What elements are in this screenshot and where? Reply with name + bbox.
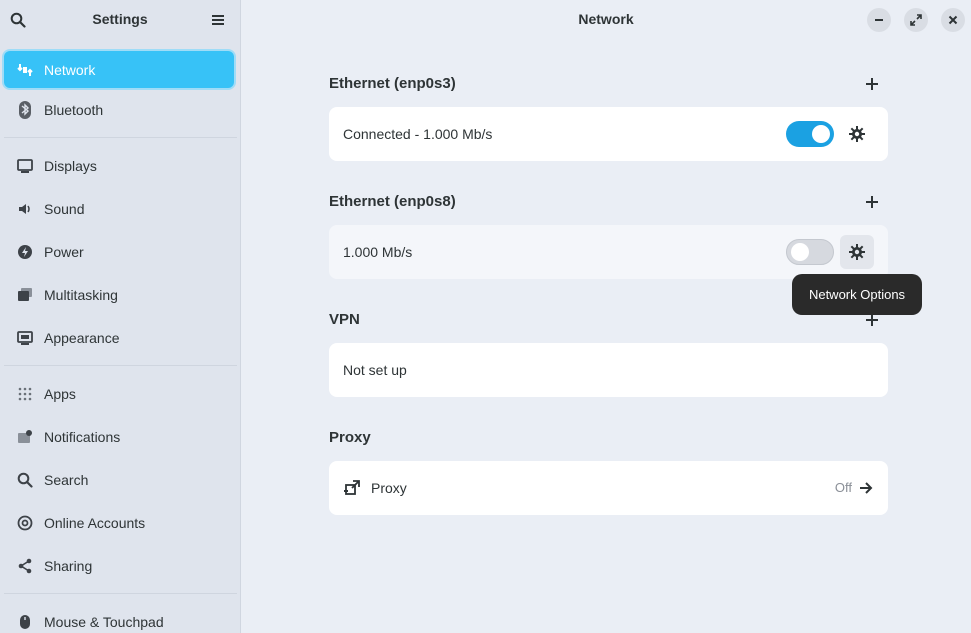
vpn-row: Not set up xyxy=(329,343,888,397)
section-heading: Proxy xyxy=(329,429,371,446)
toggle-knob xyxy=(812,125,830,143)
sidebar-list: Network Bluetooth Displays Sound Power M… xyxy=(0,48,240,633)
sidebar-item-notifications[interactable]: Notifications xyxy=(0,415,240,458)
tooltip: Network Options xyxy=(792,274,922,315)
mouse-icon xyxy=(16,613,34,631)
appearance-icon xyxy=(16,329,34,347)
speaker-icon xyxy=(16,200,34,218)
sidebar-item-label: Online Accounts xyxy=(44,514,146,531)
connection-status: Connected - 1.000 Mb/s xyxy=(343,126,493,142)
sidebar-item-label: Sound xyxy=(44,200,85,217)
arrow-right-icon xyxy=(856,478,876,498)
sidebar-title: Settings xyxy=(92,11,148,27)
sidebar-item-label: Appearance xyxy=(44,329,120,346)
plus-icon xyxy=(866,78,878,90)
add-connection-button[interactable] xyxy=(862,74,882,94)
proxy-icon xyxy=(343,479,361,497)
sidebar-item-label: Sharing xyxy=(44,557,93,574)
connection-toggle[interactable] xyxy=(786,121,834,147)
minimize-icon xyxy=(875,19,883,21)
sidebar-item-label: Mouse & Touchpad xyxy=(44,613,164,630)
toggle-knob xyxy=(791,243,809,261)
gear-icon xyxy=(849,126,865,142)
section-header: Ethernet (enp0s3) xyxy=(329,72,888,96)
network-icon xyxy=(16,61,34,79)
proxy-label: Proxy xyxy=(371,480,407,496)
plus-icon xyxy=(866,314,878,326)
apps-grid-icon xyxy=(16,385,34,403)
minimize-button[interactable] xyxy=(867,8,891,32)
connection-status: 1.000 Mb/s xyxy=(343,244,413,260)
settings-button[interactable] xyxy=(840,117,874,151)
sidebar-item-search[interactable]: Search xyxy=(0,458,240,501)
section-header: Proxy xyxy=(329,426,888,450)
sidebar-item-appearance[interactable]: Appearance xyxy=(0,316,240,359)
gear-icon xyxy=(849,244,865,260)
proxy-status: Off xyxy=(834,480,852,495)
maximize-button[interactable] xyxy=(904,8,928,32)
sidebar-item-label: Search xyxy=(44,471,89,488)
section-heading: Ethernet (enp0s8) xyxy=(329,193,456,210)
plus-icon xyxy=(866,196,878,208)
sidebar-item-label: Notifications xyxy=(44,428,121,445)
section-ethernet-enp0s8: Ethernet (enp0s8) 1.000 Mb/s xyxy=(329,190,888,279)
hamburger-menu-icon[interactable] xyxy=(206,8,230,32)
notifications-icon xyxy=(16,428,34,446)
display-icon xyxy=(16,157,34,175)
section-proxy: Proxy Proxy Off xyxy=(329,426,888,515)
connection-row: Connected - 1.000 Mb/s xyxy=(329,107,888,161)
sidebar: Settings Network Bluetooth Displays Soun… xyxy=(0,0,241,633)
sidebar-separator xyxy=(4,593,237,594)
section-header: Ethernet (enp0s8) xyxy=(329,190,888,214)
sidebar-item-displays[interactable]: Displays xyxy=(0,144,240,187)
connection-toggle[interactable] xyxy=(786,239,834,265)
sidebar-header: Settings xyxy=(0,0,240,40)
maximize-icon xyxy=(910,14,922,26)
at-sign-icon xyxy=(16,514,34,532)
section-heading: Ethernet (enp0s3) xyxy=(329,75,456,92)
sidebar-separator xyxy=(4,137,237,138)
sidebar-item-multitasking[interactable]: Multitasking xyxy=(0,273,240,316)
add-connection-button[interactable] xyxy=(862,192,882,212)
settings-button[interactable] xyxy=(840,235,874,269)
close-icon xyxy=(948,15,958,25)
header-bar: Network xyxy=(241,0,971,40)
settings-window: Settings Network Bluetooth Displays Soun… xyxy=(0,0,971,633)
section-heading: VPN xyxy=(329,311,360,328)
power-icon xyxy=(16,243,34,261)
sidebar-item-online-accounts[interactable]: Online Accounts xyxy=(0,501,240,544)
sidebar-item-label: Power xyxy=(44,243,84,260)
sidebar-item-label: Apps xyxy=(44,385,76,402)
sidebar-item-label: Multitasking xyxy=(44,286,118,303)
share-icon xyxy=(16,557,34,575)
proxy-row[interactable]: Proxy Off xyxy=(329,461,888,515)
sidebar-item-sharing[interactable]: Sharing xyxy=(0,544,240,587)
sidebar-item-power[interactable]: Power xyxy=(0,230,240,273)
sidebar-separator xyxy=(4,365,237,366)
sidebar-item-mouse-touchpad[interactable]: Mouse & Touchpad xyxy=(0,600,240,633)
sidebar-item-label: Network xyxy=(44,61,96,78)
sidebar-item-label: Displays xyxy=(44,157,97,174)
main-panel: Network Ethernet (enp0s3) Connected - 1.… xyxy=(241,0,971,633)
search-icon xyxy=(16,471,34,489)
multitasking-icon xyxy=(16,286,34,304)
sidebar-item-sound[interactable]: Sound xyxy=(0,187,240,230)
close-button[interactable] xyxy=(941,8,965,32)
page-title: Network xyxy=(578,11,634,27)
section-vpn: VPN Not set up xyxy=(329,308,888,397)
section-ethernet-enp0s3: Ethernet (enp0s3) Connected - 1.000 Mb/s xyxy=(329,72,888,161)
bluetooth-icon xyxy=(16,100,34,119)
sidebar-item-network[interactable]: Network xyxy=(4,51,234,88)
vpn-status: Not set up xyxy=(343,362,407,378)
sidebar-item-apps[interactable]: Apps xyxy=(0,372,240,415)
sidebar-item-bluetooth[interactable]: Bluetooth xyxy=(0,88,240,131)
sidebar-item-label: Bluetooth xyxy=(44,101,104,118)
connection-row: 1.000 Mb/s xyxy=(329,225,888,279)
